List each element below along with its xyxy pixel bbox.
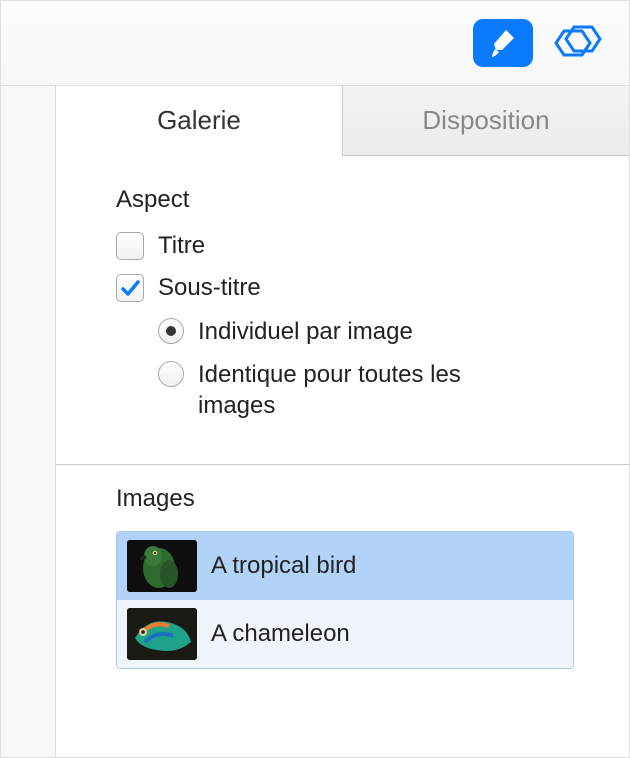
radio-same-row[interactable]: Identique pour toutes les images: [158, 359, 574, 421]
radio-individual[interactable]: [158, 318, 184, 344]
title-checkbox[interactable]: [116, 232, 144, 260]
list-item[interactable]: A chameleon: [117, 600, 573, 668]
thumbnail-bird: [127, 540, 197, 592]
subtitle-checkbox[interactable]: [116, 274, 144, 302]
list-item-label: A tropical bird: [211, 552, 356, 580]
tab-layout[interactable]: Disposition: [342, 86, 629, 155]
thumbnail-chameleon: [127, 608, 197, 660]
format-brush-button[interactable]: [473, 19, 533, 67]
aspect-title: Aspect: [116, 186, 574, 214]
divider: [56, 464, 629, 465]
tab-gallery[interactable]: Galerie: [56, 86, 342, 156]
aspect-section: Aspect Titre Sous-titre Individuel par i…: [56, 186, 629, 454]
shape-icon: [552, 23, 602, 63]
subtitle-radio-group: Individuel par image Identique pour tout…: [158, 316, 574, 422]
list-item[interactable]: A tropical bird: [117, 532, 573, 600]
toolbar: [1, 1, 629, 86]
tab-bar: Galerie Disposition: [56, 86, 629, 156]
list-item-label: A chameleon: [211, 620, 350, 648]
images-section: Images A tropical bird: [56, 485, 629, 669]
title-checkbox-row[interactable]: Titre: [116, 232, 574, 260]
radio-individual-row[interactable]: Individuel par image: [158, 316, 574, 347]
radio-same[interactable]: [158, 361, 184, 387]
subtitle-checkbox-row[interactable]: Sous-titre: [116, 274, 574, 302]
checkmark-icon: [119, 277, 141, 299]
image-list: A tropical bird A chameleon: [116, 531, 574, 669]
images-title: Images: [116, 485, 574, 513]
left-strip: [1, 86, 56, 757]
shape-button[interactable]: [547, 19, 607, 67]
title-checkbox-label: Titre: [158, 232, 205, 260]
radio-individual-label: Individuel par image: [198, 316, 413, 347]
gallery-panel: Aspect Titre Sous-titre Individuel par i…: [56, 156, 629, 757]
brush-icon: [486, 26, 520, 60]
subtitle-checkbox-label: Sous-titre: [158, 274, 261, 302]
radio-same-label: Identique pour toutes les images: [198, 359, 538, 421]
